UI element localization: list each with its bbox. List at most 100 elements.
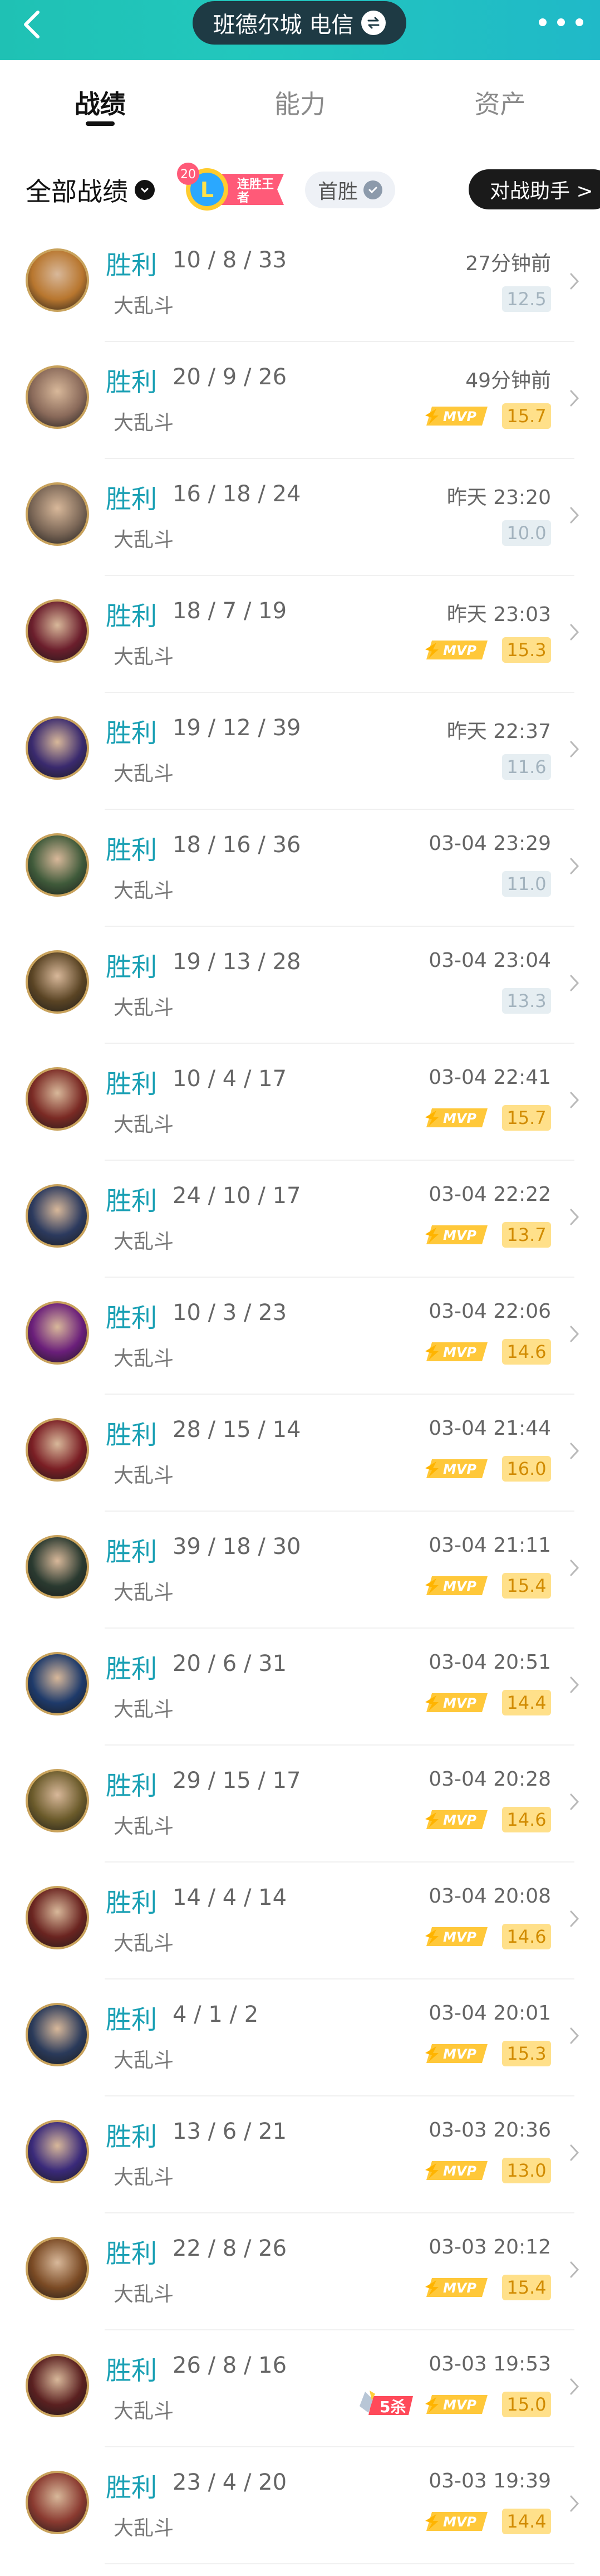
match-time: 49分钟前 <box>465 369 551 392</box>
record-filter-dropdown[interactable]: 全部战绩 <box>26 172 155 208</box>
mvp-icon: MVP <box>424 1807 490 1832</box>
kda: 14 / 4 / 14 <box>173 1885 287 1910</box>
champion-avatar <box>26 1067 89 1131</box>
kda: 13 / 6 / 21 <box>173 2119 287 2144</box>
match-time: 03-04 20:28 <box>429 1768 551 1791</box>
match-result: 胜利 <box>106 2355 157 2386</box>
match-row[interactable]: 胜利 18 / 7 / 19 大乱斗 昨天 23:03 15.3 MVP <box>0 576 600 693</box>
match-time: 03-04 20:08 <box>429 1885 551 1908</box>
mvp-icon: MVP <box>424 637 490 663</box>
battle-assistant-button[interactable]: 对战助手 > <box>469 169 600 209</box>
champion-avatar <box>26 1886 89 1949</box>
kda: 39 / 18 / 30 <box>173 1534 301 1560</box>
chevron-right-icon <box>569 1558 580 1577</box>
chevron-right-icon <box>569 1324 580 1343</box>
match-time: 03-04 20:01 <box>429 2002 551 2025</box>
match-row[interactable]: 胜利 20 / 6 / 31 大乱斗 03-04 20:51 14.4 MVP <box>0 1629 600 1746</box>
match-result: 胜利 <box>106 1537 157 1567</box>
kda: 19 / 12 / 39 <box>173 715 301 741</box>
match-row[interactable]: 胜利 4 / 1 / 2 大乱斗 03-04 20:01 15.3 MVP <box>0 1979 600 2096</box>
kda: 20 / 6 / 31 <box>173 1651 287 1676</box>
game-mode: 大乱斗 <box>114 2400 174 2423</box>
game-mode: 大乱斗 <box>114 1581 174 1604</box>
match-row[interactable]: 胜利 19 / 12 / 39 大乱斗 昨天 22:37 11.6 <box>0 693 600 810</box>
match-time: 昨天 23:20 <box>446 486 551 509</box>
match-row[interactable]: 胜利 14 / 4 / 14 大乱斗 03-04 20:08 14.6 MVP <box>0 1863 600 1979</box>
match-time: 03-04 21:11 <box>429 1534 551 1557</box>
match-row[interactable]: 胜利 19 / 13 / 28 大乱斗 03-04 23:04 13.3 <box>0 927 600 1044</box>
game-mode: 大乱斗 <box>114 412 174 434</box>
chevron-right-icon <box>569 740 580 759</box>
champion-avatar <box>26 716 89 780</box>
mvp-icon: MVP <box>424 2158 490 2183</box>
match-result: 胜利 <box>106 2005 157 2035</box>
more-icon[interactable] <box>539 11 583 33</box>
server-switch-button[interactable]: 班德尔城 电信 <box>193 1 406 45</box>
chevron-right-icon <box>569 1909 580 1928</box>
svg-text:MVP: MVP <box>443 2514 476 2530</box>
match-result: 胜利 <box>106 835 157 865</box>
match-row[interactable]: 胜利 13 / 6 / 21 大乱斗 03-03 20:36 13.0 MVP <box>0 2096 600 2213</box>
tab-record[interactable]: 战绩 <box>0 60 200 145</box>
match-score: 15.7 <box>502 403 551 429</box>
match-row[interactable]: 胜利 24 / 10 / 17 大乱斗 03-04 22:22 13.7 MVP <box>0 1161 600 1278</box>
back-icon[interactable] <box>17 8 50 41</box>
match-score: 15.4 <box>502 2275 551 2300</box>
match-row[interactable]: 胜利 16 / 18 / 24 大乱斗 昨天 23:20 10.0 <box>0 459 600 576</box>
match-score: 13.3 <box>502 988 551 1014</box>
svg-text:MVP: MVP <box>443 1578 476 1594</box>
game-mode: 大乱斗 <box>114 1932 174 1955</box>
match-row[interactable]: 胜利 18 / 16 / 36 大乱斗 03-04 23:29 11.0 <box>0 810 600 927</box>
top-bar: 班德尔城 电信 <box>0 0 600 60</box>
match-time: 03-04 20:51 <box>429 1651 551 1674</box>
chevron-down-icon <box>135 180 155 200</box>
match-row[interactable]: 胜利 22 / 8 / 26 大乱斗 03-03 20:12 15.4 MVP <box>0 2213 600 2330</box>
chevron-right-icon <box>569 623 580 642</box>
tab-assets[interactable]: 资产 <box>400 60 600 145</box>
game-mode: 大乱斗 <box>114 1698 174 1721</box>
match-result: 胜利 <box>106 2472 157 2502</box>
match-score: 14.6 <box>502 1807 551 1832</box>
champion-avatar <box>26 599 89 663</box>
match-score: 14.6 <box>502 1924 551 1949</box>
svg-text:MVP: MVP <box>443 1111 476 1126</box>
match-row[interactable]: 胜利 23 / 4 / 20 大乱斗 03-03 19:39 14.4 MVP <box>0 2447 600 2564</box>
chevron-right-icon <box>569 1091 580 1109</box>
match-row[interactable]: 胜利 20 / 9 / 26 大乱斗 49分钟前 15.7 MVP <box>0 342 600 459</box>
champion-avatar <box>26 2354 89 2417</box>
champion-avatar <box>26 2003 89 2066</box>
champion-avatar <box>26 1652 89 1715</box>
mvp-icon: MVP <box>424 1339 490 1365</box>
first-win-chip[interactable]: 首胜 <box>305 172 395 208</box>
svg-text:MVP: MVP <box>443 1929 476 1945</box>
svg-text:MVP: MVP <box>443 1461 476 1477</box>
match-row[interactable]: 胜利 10 / 3 / 23 大乱斗 03-04 22:06 14.6 MVP <box>0 1278 600 1395</box>
win-streak-badge[interactable]: 20 L 连胜王者 <box>175 162 292 215</box>
match-time: 27分钟前 <box>465 252 551 275</box>
match-score: 14.4 <box>502 1690 551 1715</box>
tab-ability[interactable]: 能力 <box>200 60 400 145</box>
champion-avatar <box>26 1535 89 1599</box>
match-row[interactable]: 胜利 28 / 15 / 14 大乱斗 03-04 21:44 16.0 MVP <box>0 1395 600 1512</box>
kda: 18 / 7 / 19 <box>173 598 287 624</box>
chevron-right-icon <box>569 506 580 525</box>
svg-text:MVP: MVP <box>443 2397 476 2413</box>
game-mode: 大乱斗 <box>114 1815 174 1838</box>
match-score: 11.0 <box>502 871 551 897</box>
match-row[interactable]: 胜利 39 / 18 / 30 大乱斗 03-04 21:11 15.4 MVP <box>0 1512 600 1629</box>
match-time: 03-04 21:44 <box>429 1417 551 1440</box>
game-mode: 大乱斗 <box>114 2049 174 2072</box>
match-row[interactable]: 胜利 29 / 15 / 17 大乱斗 03-04 20:28 14.6 MVP <box>0 1746 600 1863</box>
badge-level: 20 <box>180 168 196 182</box>
chevron-right-icon <box>569 974 580 993</box>
champion-avatar <box>26 2471 89 2534</box>
svg-text:MVP: MVP <box>443 2046 476 2062</box>
match-result: 胜利 <box>106 601 157 631</box>
match-time: 03-04 22:41 <box>429 1066 551 1089</box>
match-score: 14.4 <box>502 2509 551 2534</box>
champion-avatar <box>26 248 89 312</box>
penta-kill-label: 5杀 <box>380 2398 406 2416</box>
match-row[interactable]: 胜利 10 / 4 / 17 大乱斗 03-04 22:41 15.7 MVP <box>0 1044 600 1161</box>
match-row[interactable]: 胜利 26 / 8 / 16 大乱斗 03-03 19:53 15.0 MVP 5杀 <box>0 2330 600 2447</box>
match-row[interactable]: 胜利 10 / 8 / 33 大乱斗 27分钟前 12.5 <box>0 225 600 342</box>
